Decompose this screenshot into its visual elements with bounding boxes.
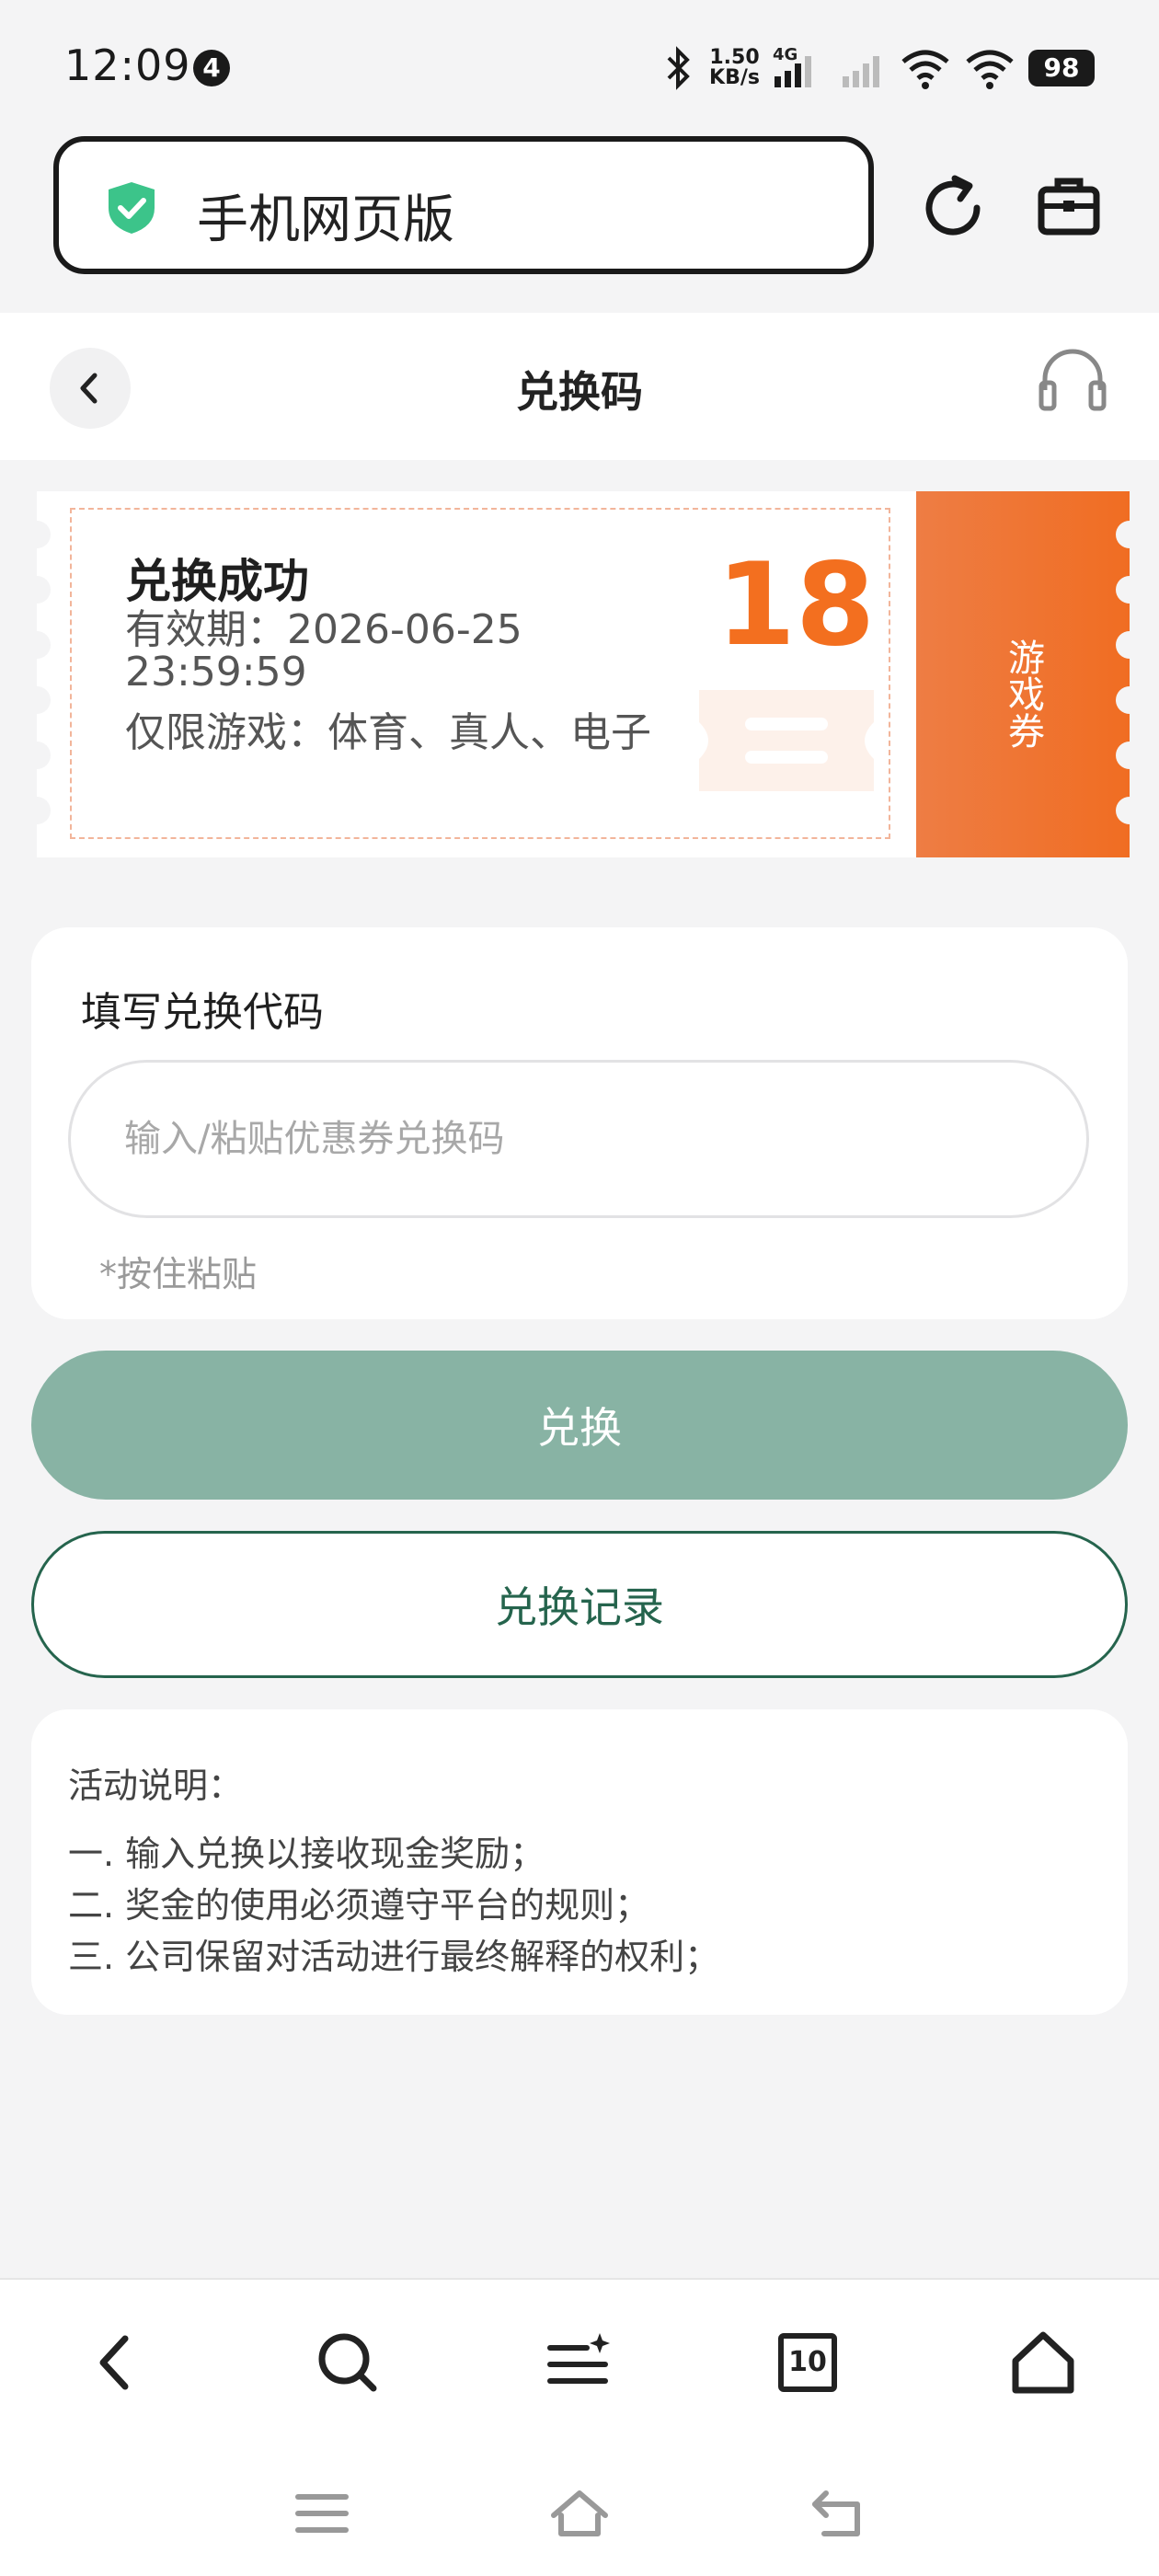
page-header: 兑换码 xyxy=(0,313,1159,460)
secure-shield-icon xyxy=(109,182,155,234)
toolbox-icon[interactable] xyxy=(1036,173,1102,239)
coupon-type-label: 游戏券 xyxy=(1002,638,1044,749)
url-title: 手机网页版 xyxy=(197,190,454,250)
home-icon[interactable] xyxy=(1008,2328,1078,2398)
redeem-history-button[interactable]: 兑换记录 xyxy=(31,1531,1128,1678)
activity-notes: 活动说明： 一. 输入兑换以接收现金奖励； 二. 奖金的使用必须遵守平台的规则；… xyxy=(31,1709,1128,2015)
coupon-notch xyxy=(23,631,51,659)
status-bar: 12:09 4 1.50 KB/s 4G 98 xyxy=(0,0,1159,129)
system-home-icon[interactable] xyxy=(550,2484,609,2543)
status-icons: 1.50 KB/s 4G 98 xyxy=(660,42,1095,94)
bluetooth-icon xyxy=(667,46,690,90)
redeem-button[interactable]: 兑换 xyxy=(31,1351,1128,1500)
page-title: 兑换码 xyxy=(516,367,643,417)
redeem-code-input[interactable] xyxy=(68,1060,1089,1218)
coupon-type-tab: 游戏券 xyxy=(916,491,1143,857)
battery-indicator: 98 xyxy=(1028,50,1095,86)
notes-item: 三. 公司保留对活动进行最终解释的权利； xyxy=(68,1937,720,1977)
coupon-status: 兑换成功 xyxy=(125,555,309,608)
coupon-notch xyxy=(23,521,51,548)
coupon-main: 兑换成功 有效期：2026-06-25 23:59:59 仅限游戏：体育、真人、… xyxy=(23,491,916,857)
tabs-button[interactable]: 10 xyxy=(778,2333,837,2392)
back-arrow-icon[interactable] xyxy=(81,2328,151,2398)
cellular-signal-icon: 4G xyxy=(773,45,828,91)
notes-title: 活动说明： xyxy=(68,1765,244,1806)
reload-icon[interactable] xyxy=(918,173,988,243)
url-bar[interactable]: 手机网页版 xyxy=(53,136,874,274)
coupon-notch xyxy=(23,686,51,714)
system-back-icon[interactable] xyxy=(808,2484,866,2543)
status-time: 12:09 xyxy=(64,40,191,90)
wifi-2-icon xyxy=(966,50,1014,89)
coupon-amount: 18 xyxy=(716,539,876,672)
coupon-notch xyxy=(23,797,51,824)
redeem-code-card: 填写兑换代码 *按住粘贴 xyxy=(31,927,1128,1319)
search-icon[interactable] xyxy=(313,2328,383,2398)
cellular-signal-2-icon xyxy=(843,56,879,87)
notes-item: 二. 奖金的使用必须遵守平台的规则； xyxy=(68,1885,650,1926)
notification-count-badge: 4 xyxy=(193,50,230,86)
coupon-notch xyxy=(1116,576,1143,604)
wifi-icon xyxy=(901,50,949,89)
browser-bottom-nav: 10 xyxy=(0,2278,1159,2576)
coupon-notch xyxy=(23,742,51,769)
ticket-watermark-icon xyxy=(699,690,874,791)
customer-service-headset-icon[interactable] xyxy=(1038,346,1107,416)
menu-sparkle-icon[interactable] xyxy=(545,2328,614,2398)
redeem-code-label: 填写兑换代码 xyxy=(81,989,324,1036)
net-speed: 1.50 KB/s xyxy=(709,48,760,88)
system-menu-icon[interactable] xyxy=(293,2484,351,2543)
coupon-card: 兑换成功 有效期：2026-06-25 23:59:59 仅限游戏：体育、真人、… xyxy=(23,491,1143,857)
net-speed-value: 1.50 xyxy=(709,46,760,69)
coupon-notch xyxy=(23,576,51,604)
coupon-notch xyxy=(1116,521,1143,548)
coupon-scope: 仅限游戏：体育、真人、电子 xyxy=(125,709,651,756)
notes-item: 一. 输入兑换以接收现金奖励； xyxy=(68,1834,545,1874)
coupon-validity: 有效期：2026-06-25 23:59:59 xyxy=(125,606,522,696)
paste-hint: *按住粘贴 xyxy=(99,1254,258,1294)
coupon-notch xyxy=(1116,797,1143,824)
net-speed-unit: KB/s xyxy=(709,66,760,89)
